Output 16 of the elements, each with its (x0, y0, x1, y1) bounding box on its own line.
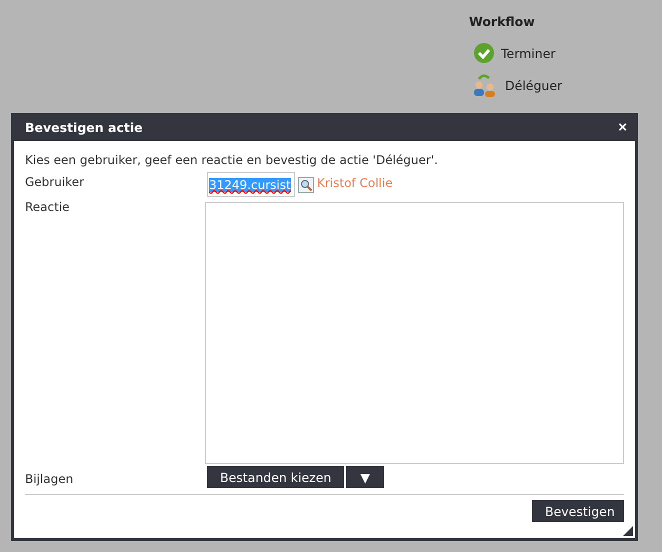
search-icon[interactable] (298, 177, 314, 193)
dropdown-button[interactable]: ▼ (346, 466, 384, 488)
confirm-button[interactable]: Bevestigen (532, 500, 624, 522)
workflow-action[interactable]: Terminer (501, 46, 556, 60)
instruction-text: Kies een gebruiker, geef een reactie en bevestig de actie 'Déléguer'. (25, 153, 439, 167)
dialog-title: Bevestigen actie (25, 120, 143, 134)
workflow-action[interactable]: Déléguer (505, 78, 562, 92)
field-label: Reactie (25, 199, 71, 214)
checkmark-icon (473, 42, 495, 64)
reaction-field[interactable] (205, 202, 624, 464)
workflow-title: Workflow (469, 14, 536, 29)
field-label: Bijlagen (25, 470, 74, 486)
close-button[interactable]: × (618, 118, 627, 136)
choose-files-button[interactable]: Bestanden kiezen (207, 466, 344, 488)
resize-handle-icon[interactable] (623, 526, 633, 536)
field-label: Gebruiker (25, 174, 86, 189)
